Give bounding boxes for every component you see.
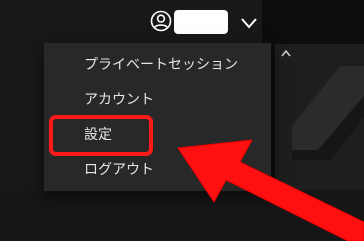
scroll-up-icon[interactable]: [280, 48, 292, 58]
user-dropdown-menu: プライベートセッション アカウント 設定 ログアウト: [44, 43, 271, 191]
username-redacted[interactable]: [174, 10, 228, 34]
chevron-down-icon[interactable]: [239, 13, 259, 33]
user-circle-icon[interactable]: [150, 10, 172, 32]
menu-item-label: プライベートセッション: [84, 57, 238, 73]
menu-item-label: ログアウト: [84, 162, 154, 178]
menu-item-logout[interactable]: ログアウト: [44, 152, 271, 187]
menu-item-settings[interactable]: 設定: [44, 117, 271, 152]
app-window: プライベートセッション アカウント 設定 ログアウト: [0, 0, 364, 241]
menu-item-label: 設定: [84, 127, 112, 143]
menu-item-account[interactable]: アカウント: [44, 82, 271, 117]
menu-item-private-session[interactable]: プライベートセッション: [44, 47, 271, 82]
menu-item-label: アカウント: [84, 92, 154, 108]
